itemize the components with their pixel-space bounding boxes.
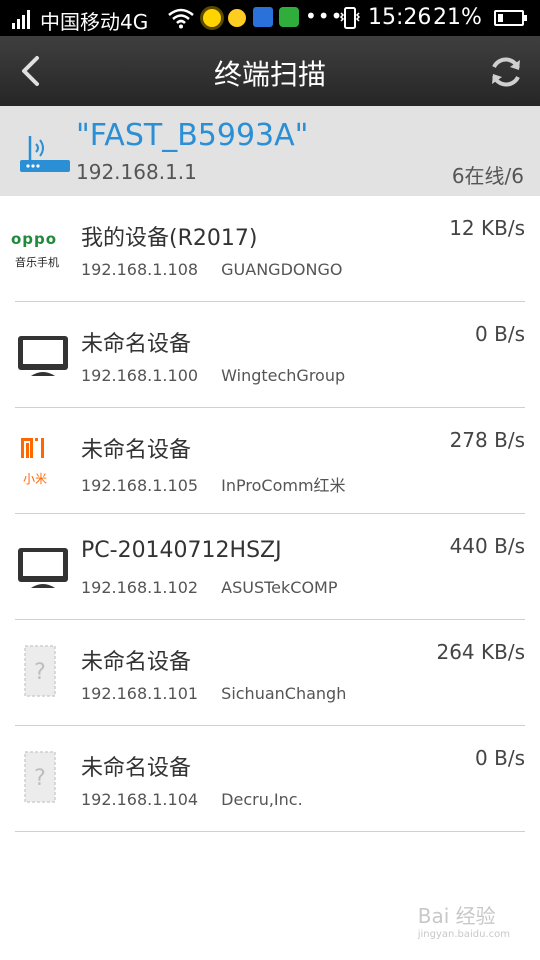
device-name: 未命名设备 <box>81 650 192 675</box>
router-icon <box>20 136 70 172</box>
device-ip: 192.168.1.102 <box>81 578 199 597</box>
battery-icon <box>494 10 527 26</box>
device-name: 我的设备(R2017) <box>81 226 258 251</box>
device-item[interactable]: ? 未命名设备 0 B/s 192.168.1.104 Decru,Inc. <box>15 726 525 832</box>
weather-sun-icon <box>203 9 221 27</box>
device-speed: 440 B/s <box>449 534 525 558</box>
clock: 15:26 <box>368 5 432 30</box>
device-speed: 264 KB/s <box>436 640 525 664</box>
device-ip: 192.168.1.100 <box>81 366 199 385</box>
svg-text:?: ? <box>34 766 46 791</box>
device-ip: 192.168.1.104 <box>81 790 199 809</box>
svg-text:?: ? <box>34 660 46 685</box>
device-vendor: Decru,Inc. <box>221 790 303 809</box>
device-item[interactable]: oppo 音乐手机 我的设备(R2017) 12 KB/s 192.168.1.… <box>11 196 525 302</box>
device-ip: 192.168.1.101 <box>81 684 199 703</box>
carrier-label: 中国移动4G <box>40 10 149 34</box>
emoji-notification-icon <box>228 9 246 27</box>
router-ip: 192.168.1.1 <box>76 160 197 184</box>
device-vendor: ASUSTekCOMP <box>221 578 338 597</box>
unknown-device-icon: ? <box>24 645 56 697</box>
router-ssid: "FAST_B5993A" <box>76 118 309 153</box>
battery-percent: 21% <box>433 5 482 30</box>
device-speed: 278 B/s <box>449 428 525 452</box>
device-speed: 0 B/s <box>475 322 525 346</box>
device-list: oppo 音乐手机 我的设备(R2017) 12 KB/s 192.168.1.… <box>0 196 540 832</box>
monitor-icon <box>18 336 68 376</box>
device-vendor: GUANGDONGO <box>221 260 343 279</box>
device-item[interactable]: 未命名设备 0 B/s 192.168.1.100 WingtechGroup <box>15 302 525 408</box>
device-name: 未命名设备 <box>81 332 192 357</box>
monitor-icon <box>18 548 68 588</box>
device-vendor: InProComm红米 <box>221 476 346 495</box>
oppo-logo-icon: oppo 音乐手机 <box>11 230 59 269</box>
device-item[interactable]: PC-20140712HSZJ 440 B/s 192.168.1.102 AS… <box>15 514 525 620</box>
device-name: 未命名设备 <box>81 438 192 463</box>
status-bar: 中国移动4G ••• 15:26 21% <box>0 0 540 36</box>
page-title: 终端扫描 <box>213 58 326 91</box>
app-notification-icon <box>253 7 273 27</box>
device-item[interactable]: ? 未命名设备 264 KB/s 192.168.1.101 SichuanCh… <box>15 620 525 726</box>
device-vendor: WingtechGroup <box>221 366 346 385</box>
device-speed: 0 B/s <box>475 746 525 770</box>
app-header: 终端扫描 <box>0 36 540 106</box>
watermark: Bai 经验 jingyan.baidu.com <box>417 904 510 940</box>
online-count: 6在线/6 <box>451 164 524 188</box>
unknown-device-icon: ? <box>24 751 56 803</box>
device-ip: 192.168.1.108 <box>81 260 199 279</box>
device-name: 未命名设备 <box>81 756 192 781</box>
router-info[interactable]: "FAST_B5993A" 192.168.1.1 6在线/6 <box>0 106 540 196</box>
refresh-icon[interactable] <box>488 54 524 90</box>
device-speed: 12 KB/s <box>449 216 525 240</box>
wifi-icon <box>168 8 194 29</box>
device-vendor: SichuanChangh <box>221 684 347 703</box>
xiaomi-logo-icon: 小米 MI <box>15 430 71 490</box>
more-notifications-icon: ••• <box>305 4 344 28</box>
app-notification-icon-2 <box>279 7 299 27</box>
vibrate-icon <box>339 7 361 29</box>
device-name: PC-20140712HSZJ <box>81 538 282 563</box>
device-item[interactable]: 小米 MI 未命名设备 278 B/s 192.168.1.105 InProC… <box>15 408 525 514</box>
signal-icon <box>12 9 34 29</box>
device-ip: 192.168.1.105 <box>81 476 199 495</box>
